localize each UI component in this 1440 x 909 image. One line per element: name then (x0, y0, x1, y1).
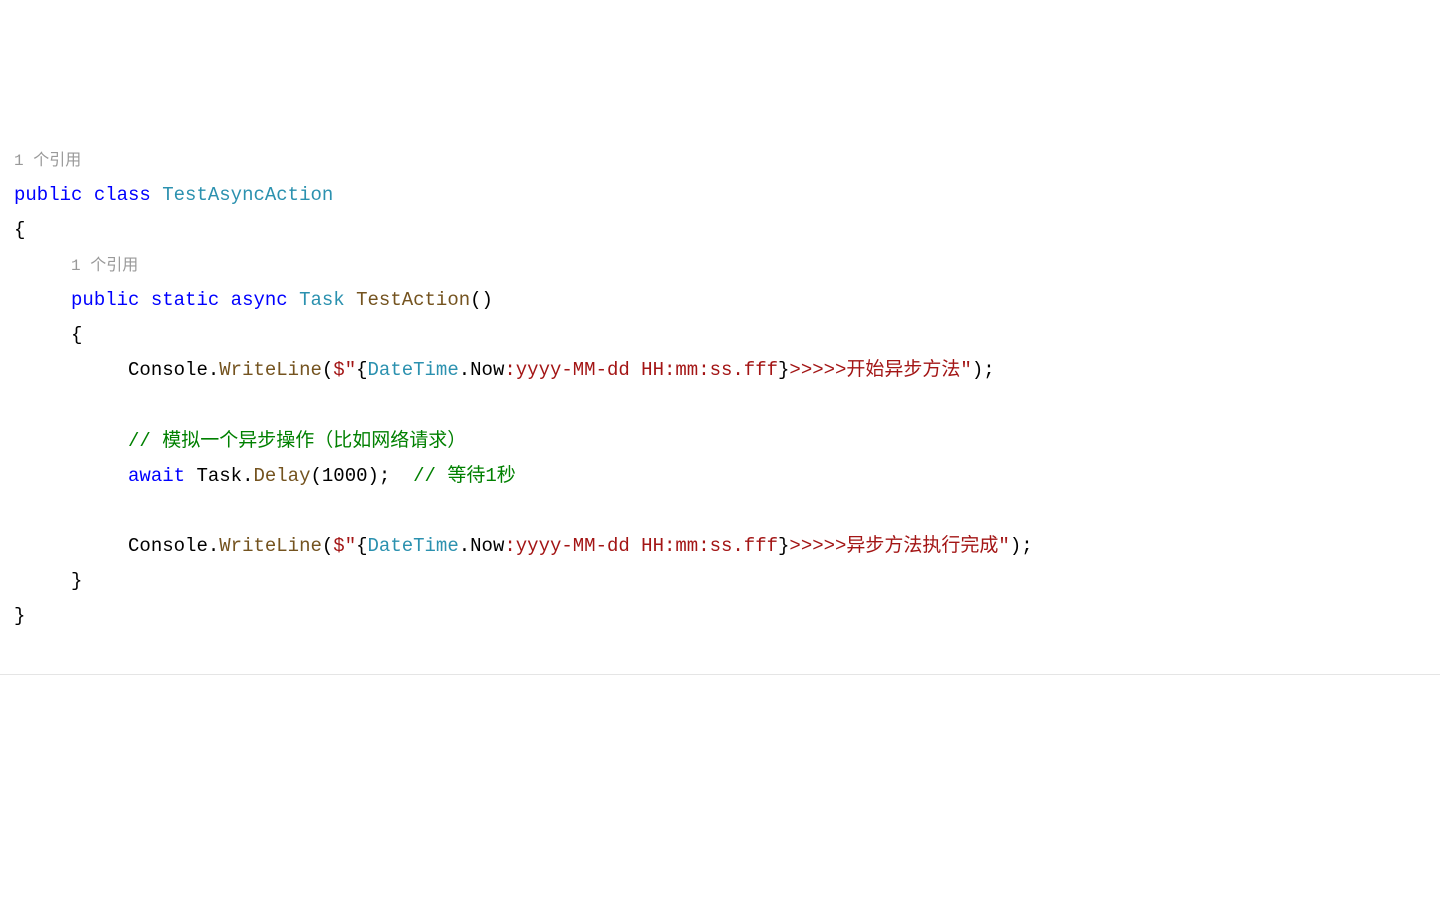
string-interp-start: $" (333, 535, 356, 557)
keyword-static: static (151, 289, 219, 311)
parens: () (470, 289, 493, 311)
keyword-public: public (14, 184, 82, 206)
paren-open: ( (310, 465, 321, 487)
code-editor[interactable]: 1 个引用 public class TestAsyncAction { 1 个… (14, 143, 1440, 635)
brace-close: } (14, 605, 25, 627)
string-format: :yyyy-MM-dd HH:mm:ss.fff (504, 359, 778, 381)
keyword-await: await (128, 465, 185, 487)
codelens-class[interactable]: 1 个引用 (14, 152, 81, 170)
number: 1000 (322, 465, 368, 487)
dot: . (459, 535, 470, 557)
type-datetime: DateTime (368, 535, 459, 557)
dot: . (242, 465, 253, 487)
method-delay: Delay (253, 465, 310, 487)
keyword-public: public (71, 289, 139, 311)
identifier-task: Task (196, 465, 242, 487)
paren-open: ( (322, 359, 333, 381)
comment-simulate: // 模拟一个异步操作（比如网络请求） (128, 430, 466, 452)
brace-open: { (14, 219, 25, 241)
paren-close-semi: ); (1010, 535, 1033, 557)
method-writeline: WriteLine (219, 535, 322, 557)
paren-open: ( (322, 535, 333, 557)
property-now: Now (470, 535, 504, 557)
dot: . (459, 359, 470, 381)
type-datetime: DateTime (368, 359, 459, 381)
brace-open-interp: { (356, 535, 367, 557)
brace-close: } (71, 570, 82, 592)
dot: . (208, 359, 219, 381)
class-name: TestAsyncAction (162, 184, 333, 206)
dot: . (208, 535, 219, 557)
property-now: Now (470, 359, 504, 381)
method-writeline: WriteLine (219, 359, 322, 381)
string-format: :yyyy-MM-dd HH:mm:ss.fff (504, 535, 778, 557)
string-interp-start: $" (333, 359, 356, 381)
string-start-msg: >>>>>开始异步方法" (789, 359, 971, 381)
method-name: TestAction (356, 289, 470, 311)
paren-close-semi: ); (972, 359, 995, 381)
comment-wait: // 等待1秒 (413, 465, 516, 487)
identifier-console: Console (128, 535, 208, 557)
keyword-class: class (94, 184, 151, 206)
type-task: Task (299, 289, 345, 311)
brace-open: { (71, 324, 82, 346)
paren-close-semi: ); (368, 465, 391, 487)
brace-open-interp: { (356, 359, 367, 381)
string-end-msg: >>>>>异步方法执行完成" (789, 535, 1009, 557)
brace-close-interp: } (778, 359, 789, 381)
identifier-console: Console (128, 359, 208, 381)
keyword-async: async (231, 289, 288, 311)
brace-close-interp: } (778, 535, 789, 557)
codelens-method[interactable]: 1 个引用 (71, 257, 138, 275)
editor-end-area (0, 674, 1440, 734)
